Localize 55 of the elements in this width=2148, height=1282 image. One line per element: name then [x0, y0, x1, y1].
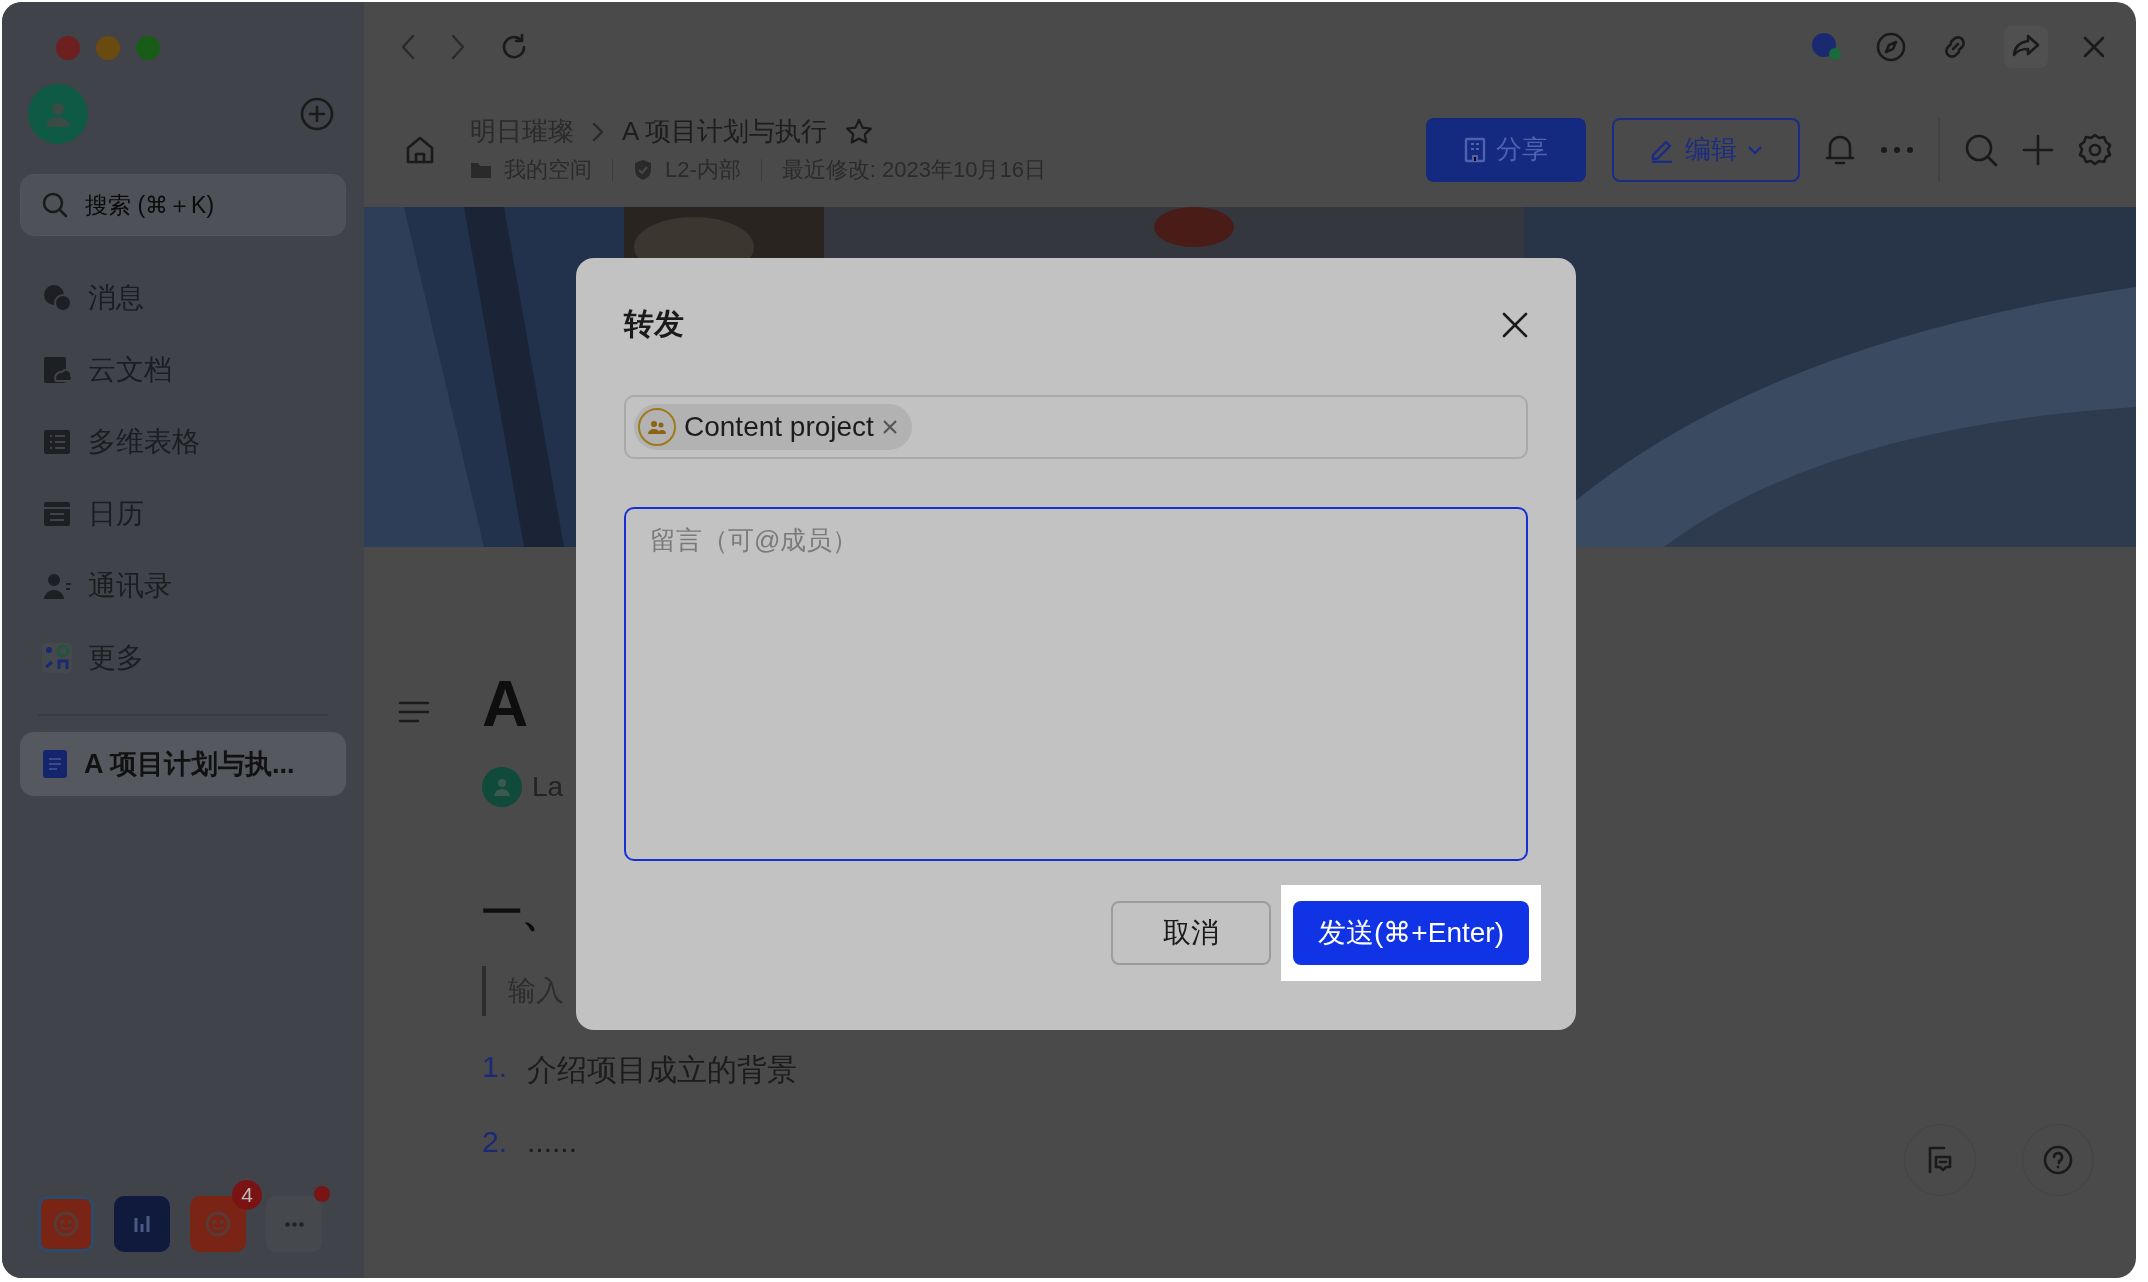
outline-icon[interactable]: [398, 701, 430, 723]
edit-button[interactable]: 编辑: [1612, 117, 1800, 182]
search-icon[interactable]: [1964, 132, 1998, 167]
remove-icon[interactable]: [881, 419, 898, 435]
recipient-chip[interactable]: Content project: [634, 404, 912, 450]
chat-bubble-icon[interactable]: [1810, 32, 1842, 62]
caret-icon: [1747, 144, 1763, 155]
more-dots-icon: [284, 1221, 304, 1227]
bar-chart-icon: [134, 1216, 150, 1232]
list-table-icon: [42, 427, 72, 457]
dialog-title: 转发: [624, 306, 684, 342]
cancel-button[interactable]: 取消: [1111, 901, 1271, 965]
reload-icon[interactable]: [500, 33, 528, 61]
shield-icon: [633, 159, 653, 181]
person-icon: [42, 571, 72, 601]
star-icon[interactable]: [845, 117, 874, 146]
close-light[interactable]: [56, 36, 80, 60]
document-heading: A: [482, 667, 534, 742]
chat-bubbles-icon: [42, 283, 72, 313]
compass-icon[interactable]: [1876, 32, 1906, 62]
close-icon[interactable]: [1502, 311, 1528, 338]
help-icon: [2043, 1145, 2073, 1175]
robot-face-icon: [204, 1210, 232, 1238]
dock-app-button[interactable]: [266, 1196, 322, 1252]
document-icon: [42, 749, 68, 779]
dock-app-button[interactable]: [38, 1196, 94, 1252]
person-icon: [45, 101, 71, 127]
list-item-text: ......: [527, 1125, 578, 1159]
person-icon: [493, 778, 511, 796]
robot-face-icon: [52, 1210, 80, 1238]
document-comment-icon: [1926, 1145, 1954, 1175]
notification-badge: 4: [232, 1180, 262, 1210]
group-icon: [648, 420, 666, 434]
plus-icon[interactable]: [2022, 133, 2054, 166]
send-button[interactable]: 发送(⌘+Enter): [1293, 901, 1529, 965]
chevron-right-icon: [592, 121, 604, 142]
recent-document-item[interactable]: A 项目计划与执...: [20, 732, 346, 796]
author-avatar[interactable]: [482, 767, 522, 807]
more-icon[interactable]: [1880, 145, 1914, 154]
recipient-field[interactable]: Content project: [624, 395, 1528, 459]
user-avatar[interactable]: [28, 84, 88, 144]
add-circle-icon[interactable]: [300, 97, 334, 131]
folder-icon: [470, 161, 492, 179]
settings-icon[interactable]: [2078, 132, 2112, 167]
section-heading: 一、: [482, 889, 563, 936]
building-icon: [1464, 136, 1486, 163]
search-icon: [42, 192, 68, 218]
minimize-light[interactable]: [96, 36, 120, 60]
calendar-icon: [42, 499, 72, 529]
zoom-light[interactable]: [136, 36, 160, 60]
cloud-document-icon: [42, 355, 72, 385]
share-button[interactable]: 分享: [1426, 117, 1586, 182]
search-field[interactable]: 搜索 (⌘＋K): [20, 174, 346, 236]
message-field[interactable]: 留言（可@成员）: [624, 507, 1528, 861]
dock-app-button[interactable]: [114, 1196, 170, 1252]
